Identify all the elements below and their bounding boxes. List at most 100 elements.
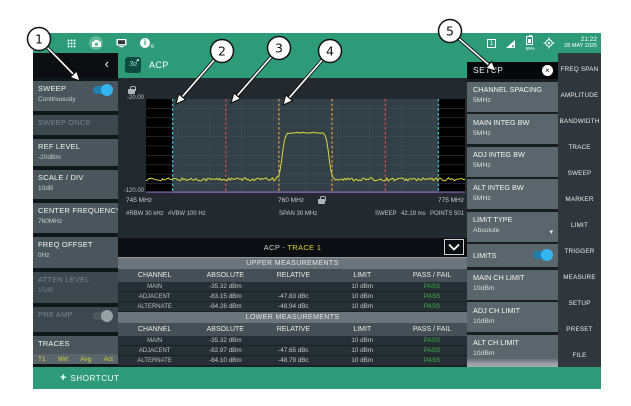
trace-selector-label: ACP - TRACE 1 — [118, 238, 467, 257]
expand-measurements-button[interactable] — [444, 239, 464, 255]
pass-fail-value: PASS — [397, 293, 467, 300]
setup-item-channel-spacing[interactable]: CHANNEL SPACING5MHz — [467, 82, 558, 112]
topbar-left-icons: i6 — [67, 33, 154, 53]
sweep-time: 42.19 ms — [401, 211, 426, 217]
trace-bar-trace: TRACE 1 — [287, 243, 321, 252]
setup-item-adj-ch-limit[interactable]: ADJ CH LIMIT10dBm — [467, 302, 558, 332]
sweep-toggle[interactable] — [93, 86, 112, 94]
setup-panel-title: SETUP — [473, 65, 503, 75]
table-row: ALTERNATE-84.26 dBm-48.94 dBc10 dBmPASS — [118, 302, 467, 312]
sidebar-item-ref-level[interactable]: REF LEVEL-20dBm — [33, 139, 118, 166]
screens-icon[interactable]: 1 — [487, 39, 496, 48]
pass-fail-value: PASS — [397, 337, 467, 344]
pass-fail-value: PASS — [397, 303, 467, 310]
signal-icon — [505, 38, 516, 49]
time: 21:22 — [564, 36, 597, 43]
dropdown-caret-icon: ▾ — [549, 228, 553, 236]
sidebar-item-atten-level[interactable]: ATTEN LEVEL15dB — [33, 272, 118, 303]
pre-amp-toggle[interactable] — [93, 312, 112, 320]
close-icon[interactable]: × — [542, 65, 553, 76]
sidebar-item-sweep[interactable]: SWEEPContinuously — [33, 81, 118, 111]
trace-tag[interactable]: Act — [104, 356, 113, 363]
tab-title[interactable]: ACP — [149, 60, 169, 70]
y-axis-top-label: -20.00 — [119, 95, 144, 101]
menu-item-measure[interactable]: MEASURE — [558, 264, 601, 290]
sidebar-collapse-bar[interactable]: ‹ — [33, 53, 118, 78]
acp-app-icon: 3d — [125, 57, 141, 73]
display-icon[interactable] — [116, 38, 127, 48]
scroll-fade — [467, 358, 558, 367]
setup-panel: SETUP × CHANNEL SPACING5MHzMAIN INTEG BW… — [467, 62, 558, 367]
chart-area: -20.00 -120.00 745 MHz 760 MHz 775 MHz #… — [118, 78, 467, 238]
menu-item-trace[interactable]: TRACE — [558, 134, 601, 160]
chevron-down-icon — [448, 243, 460, 251]
chevron-left-icon[interactable]: ‹ — [105, 56, 109, 71]
table-row: ALTERNATE-84.10 dBm-48.79 dBc10 dBmPASS — [118, 356, 467, 366]
gps-icon — [543, 37, 555, 49]
trace-tags: T1 Wrt Avg Act — [33, 354, 118, 364]
sidebar-item-sweep-once[interactable]: SWEEP ONCE — [33, 115, 118, 135]
trace-tag[interactable]: T1 — [38, 356, 46, 363]
frequency-lock-icon — [318, 199, 325, 204]
info-icon[interactable]: i6 — [140, 37, 154, 50]
menu-item-marker[interactable]: MARKER — [558, 186, 601, 212]
battery-icon: 59% — [525, 33, 534, 53]
setup-item-alt-integ-bw[interactable]: ALT INTEG BW5MHz — [467, 179, 558, 209]
trace-tag[interactable]: Wrt — [58, 356, 68, 363]
bottom-bar: + SHORTCUT — [33, 367, 601, 389]
setup-item-limit-type[interactable]: LIMIT TYPEAbsolute▾ — [467, 212, 558, 242]
span-value: SPAN 30 MHz — [279, 211, 317, 217]
sweep-status-row: #RBW 30 kHz #VBW 100 Hz SPAN 30 MHz SWEE… — [118, 211, 467, 219]
menu-item-amplitude[interactable]: AMPLITUDE — [558, 82, 601, 108]
right-menu: FREQ SPANAMPLITUDEBANDWIDTHTRACESWEEPMAR… — [558, 53, 601, 367]
table-row: MAIN-35.32 dBm10 dBmPASS — [118, 282, 467, 292]
sidebar-item-traces[interactable]: TRACEST1WrtAvgAct — [33, 336, 118, 364]
menu-item-setup[interactable]: SETUP — [558, 290, 601, 316]
documentation-figure: i6 1 59% 21:22 28 MAY 2025 — [0, 0, 631, 406]
points-value: POINTS 501 — [430, 211, 464, 217]
menu-item-limit[interactable]: LIMIT — [558, 212, 601, 238]
plus-icon: + — [60, 372, 66, 384]
table-header-row: CHANNELABSOLUTERELATIVELIMITPASS / FAIL — [118, 269, 467, 282]
setup-item-limits[interactable]: LIMITS — [467, 244, 558, 267]
camera-icon[interactable] — [89, 36, 103, 50]
setup-item-main-ch-limit[interactable]: MAIN CH LIMIT10dBm — [467, 270, 558, 300]
menu-item-sweep[interactable]: SWEEP — [558, 160, 601, 186]
table-row: ADJACENT-83.15 dBm-47.83 dBc10 dBmPASS — [118, 292, 467, 302]
menu-item-file[interactable]: FILE — [558, 342, 601, 368]
pass-fail-value: PASS — [397, 347, 467, 354]
trace-selector-bar[interactable]: ACP - TRACE 1 — [118, 238, 467, 257]
topbar-right-icons: 1 59% 21:22 28 MAY 2025 — [487, 33, 597, 53]
sidebar-item-pre-amp[interactable]: PRE AMP — [33, 307, 118, 332]
sweep-label: SWEEP — [375, 211, 397, 217]
section-title: LOWER MEASUREMENTS — [118, 312, 467, 323]
sidebar-item-freq-offset[interactable]: FREQ OFFSET0Hz — [33, 237, 118, 268]
menu-item-bandwidth[interactable]: BANDWIDTH — [558, 108, 601, 134]
sidebar-item-center-frequency[interactable]: CENTER FREQUENCY760MHz — [33, 203, 118, 233]
x-tick-left: 745 MHz — [126, 197, 152, 204]
y-axis-bottom-label: -120.00 — [119, 188, 144, 194]
menu-item-trigger[interactable]: TRIGGER — [558, 238, 601, 264]
limits-toggle[interactable] — [533, 251, 552, 259]
pass-fail-value: PASS — [397, 357, 467, 364]
section-title: UPPER MEASUREMENTS — [118, 258, 467, 269]
x-axis-labels: 745 MHz 760 MHz 775 MHz — [118, 197, 467, 206]
setup-panel-header: SETUP × — [467, 62, 558, 79]
measurement-tables: UPPER MEASUREMENTSCHANNELABSOLUTERELATIV… — [118, 257, 467, 367]
trace-bar-prefix: ACP - — [264, 243, 288, 252]
table-header-row: CHANNELABSOLUTERELATIVELIMITPASS / FAIL — [118, 323, 467, 336]
top-status-bar: i6 1 59% 21:22 28 MAY 2025 — [33, 33, 601, 53]
pass-fail-value: PASS — [397, 283, 467, 290]
battery-percent: 59% — [523, 46, 537, 51]
spectrum-plot[interactable] — [146, 99, 465, 193]
menu-item-freq-span[interactable]: FREQ SPAN — [558, 56, 601, 82]
setup-item-main-integ-bw[interactable]: MAIN INTEG BW5MHz — [467, 114, 558, 144]
sidebar-item-scale-div[interactable]: SCALE / DIV10dB — [33, 170, 118, 199]
menu-item-preset[interactable]: PRESET — [558, 316, 601, 342]
add-shortcut-button[interactable]: + SHORTCUT — [60, 367, 120, 389]
setup-item-adj-integ-bw[interactable]: ADJ INTEG BW5MHz — [467, 147, 558, 177]
trace-tag[interactable]: Avg — [80, 356, 91, 363]
table-row: ADJACENT-82.97 dBm-47.65 dBc10 dBmPASS — [118, 346, 467, 356]
rbw-value: #RBW 30 kHz — [126, 211, 164, 217]
apps-grid-icon[interactable] — [67, 39, 76, 48]
